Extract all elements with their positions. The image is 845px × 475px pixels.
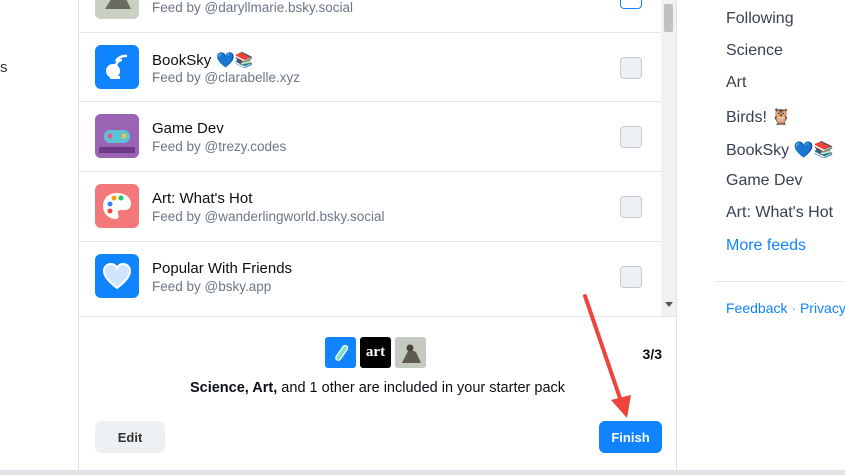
right-sidebar: Following Science Art Birds! 🦉 BookSky 💙…	[714, 0, 845, 470]
scroll-down-arrow-icon[interactable]	[665, 302, 673, 307]
sidebar-item-art-whats-hot[interactable]: Art: What's Hot	[726, 204, 833, 222]
art-logo-text: art	[365, 344, 386, 360]
selected-feed-thumbnails: art	[325, 337, 426, 368]
feed-title: Popular With Friends	[152, 260, 293, 277]
scrollbar[interactable]	[661, 0, 676, 316]
left-stub: s	[0, 59, 8, 76]
feed-title: Art: What's Hot	[152, 190, 253, 207]
starter-pack-summary: Science, Art, and 1 other are included i…	[79, 380, 676, 396]
feed-author: Feed by @clarabelle.xyz	[152, 70, 301, 85]
feed-checkbox[interactable]	[620, 0, 642, 9]
gamepad-image	[95, 114, 139, 158]
feed-checkbox[interactable]	[620, 196, 642, 218]
feed-row[interactable]: BookSky 💙📚 Feed by @clarabelle.xyz	[79, 32, 661, 101]
feed-checkbox[interactable]	[620, 57, 642, 79]
sidebar-item-following[interactable]: Following	[726, 10, 794, 28]
palette-icon	[95, 184, 139, 228]
test-tube-icon	[325, 337, 356, 368]
finish-button[interactable]: Finish	[599, 421, 662, 453]
sidebar-item-booksky[interactable]: BookSky 💙📚	[726, 140, 833, 160]
feed-emoji: 💙📚	[216, 52, 254, 69]
feed-picker-panel: Feed by @daryllmarie.bsky.social BookSky…	[78, 0, 677, 470]
feed-row[interactable]: Game Dev Feed by @trezy.codes	[79, 101, 661, 170]
feed-row[interactable]: Feed by @daryllmarie.bsky.social	[79, 0, 661, 31]
sidebar-item-science[interactable]: Science	[726, 42, 783, 60]
feed-checkbox[interactable]	[620, 126, 642, 148]
bird-photo	[395, 337, 426, 368]
window-bottom-edge	[0, 470, 845, 475]
summary-rest: and 1 other are included in your starter…	[277, 380, 566, 396]
starter-pack-footer: art 3/3 Science, Art, and 1 other are in…	[79, 316, 676, 470]
sidebar-item-birds[interactable]: Birds! 🦉	[726, 107, 791, 127]
feed-checkbox[interactable]	[620, 266, 642, 288]
summary-bold: Science, Art,	[189, 380, 278, 396]
art-logo: art	[360, 337, 391, 368]
selection-count: 3/3	[642, 346, 662, 362]
privacy-link[interactable]: Privacy	[800, 300, 845, 316]
sidebar-item-art[interactable]: Art	[726, 74, 746, 92]
feed-row[interactable]: Art: What's Hot Feed by @wanderlingworld…	[79, 171, 661, 240]
feedback-link[interactable]: Feedback	[726, 300, 787, 316]
feed-title: BookSky 💙📚	[152, 51, 254, 70]
scrollbar-thumb[interactable]	[664, 4, 673, 32]
link-separator: ·	[791, 300, 797, 316]
feed-author: Feed by @trezy.codes	[152, 139, 287, 154]
sidebar-divider	[714, 281, 845, 282]
feed-author: Feed by @daryllmarie.bsky.social	[152, 0, 354, 15]
edit-button[interactable]: Edit	[95, 421, 165, 453]
feed-author: Feed by @wanderlingworld.bsky.social	[152, 209, 385, 224]
bird-photo	[95, 0, 139, 19]
more-feeds-link[interactable]: More feeds	[726, 237, 806, 255]
sidebar-item-game-dev[interactable]: Game Dev	[726, 172, 802, 190]
satellite-dish-icon	[95, 45, 139, 89]
feed-title: Game Dev	[152, 120, 224, 137]
heart-icon	[95, 254, 139, 298]
feed-row[interactable]: Popular With Friends Feed by @bsky.app	[79, 241, 661, 310]
feed-list: Feed by @daryllmarie.bsky.social BookSky…	[79, 0, 661, 316]
feed-author: Feed by @bsky.app	[152, 279, 272, 294]
sidebar-footer-links: Feedback · Privacy	[726, 300, 845, 316]
